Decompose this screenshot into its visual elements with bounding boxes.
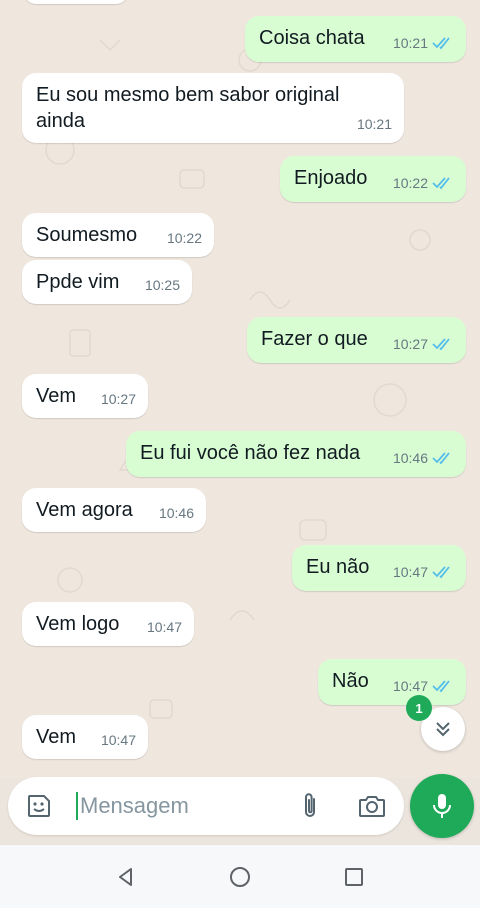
message-incoming[interactable]: Ppde vim 10:25 <box>22 260 192 304</box>
circle-home-icon <box>230 866 250 887</box>
message-time: 10:22 <box>166 230 202 246</box>
message-incoming[interactable]: Vem logo 10:47 <box>22 602 194 646</box>
message-outgoing[interactable]: Coisa chata 10:21 <box>245 16 466 62</box>
nav-recents-button[interactable] <box>342 865 366 889</box>
paperclip-icon[interactable] <box>298 791 322 821</box>
message-outgoing[interactable]: Não 10:47 <box>318 659 466 705</box>
message-meta: 10:46 <box>393 445 454 471</box>
chat-background: Coisa chata 10:21 Eu sou mesmo bem sabor… <box>0 0 480 778</box>
voice-record-button[interactable] <box>410 774 474 838</box>
message-outgoing[interactable]: Eu não 10:47 <box>292 545 466 591</box>
nav-home-button[interactable] <box>228 865 252 889</box>
double-check-icon <box>432 338 450 351</box>
message-composer <box>8 777 404 835</box>
message-time: 10:21 <box>356 116 392 132</box>
nav-back-button[interactable] <box>114 865 138 889</box>
message-meta: 10:25 <box>145 272 180 298</box>
message-meta: 10:21 <box>393 30 454 56</box>
message-meta: 10:47 <box>393 559 454 585</box>
message-outgoing[interactable]: Fazer o que 10:27 <box>247 317 466 363</box>
double-check-icon <box>432 566 450 579</box>
message-meta: 10:22 <box>167 225 202 251</box>
message-time: 10:27 <box>392 336 428 352</box>
double-check-icon <box>432 680 450 693</box>
message-time: 10:46 <box>158 505 194 521</box>
message-incoming[interactable]: Eu sou mesmo bem sabor original ainda 10… <box>22 73 404 143</box>
camera-icon[interactable] <box>358 793 386 819</box>
message-time: 10:27 <box>100 391 136 407</box>
message-time: 10:22 <box>392 175 428 191</box>
double-chevron-down-icon <box>436 722 450 737</box>
message-time: 10:21 <box>392 35 428 51</box>
microphone-icon <box>433 794 451 818</box>
message-meta: 10:47 <box>101 727 136 753</box>
message-incoming[interactable]: Vem agora 10:46 <box>22 488 206 532</box>
sticker-smiley-icon[interactable] <box>26 793 52 819</box>
message-incoming[interactable]: Vem 10:47 <box>22 715 148 759</box>
message-time: 10:47 <box>146 619 182 635</box>
message-meta: 10:46 <box>159 500 194 526</box>
message-time: 10:46 <box>392 450 428 466</box>
message-meta: 10:27 <box>393 331 454 357</box>
message-input[interactable] <box>80 787 280 825</box>
square-recents-icon <box>345 867 363 886</box>
double-check-icon <box>432 177 450 190</box>
double-check-icon <box>432 452 450 465</box>
text-caret <box>76 792 78 820</box>
message-meta: 10:47 <box>147 614 182 640</box>
message-text-line: ainda <box>36 110 85 132</box>
message-time: 10:47 <box>100 732 136 748</box>
message-incoming[interactable]: Soumesmo 10:22 <box>22 213 214 257</box>
previous-message-bubble <box>24 0 128 4</box>
system-navigation-bar <box>0 845 480 908</box>
message-text-line: Eu sou mesmo bem sabor original <box>36 84 340 106</box>
message-meta: 10:22 <box>393 170 454 196</box>
unread-count-badge: 1 <box>406 695 432 721</box>
message-outgoing[interactable]: Eu fui você não fez nada 10:46 <box>126 431 466 477</box>
message-outgoing[interactable]: Enjoado 10:22 <box>280 156 466 202</box>
double-check-icon <box>432 37 450 50</box>
message-meta: 10:21 <box>357 111 392 137</box>
message-incoming[interactable]: Vem 10:27 <box>22 374 148 418</box>
message-time: 10:47 <box>392 564 428 580</box>
message-time: 10:25 <box>144 277 180 293</box>
triangle-back-icon <box>119 867 132 886</box>
message-meta: 10:27 <box>101 386 136 412</box>
